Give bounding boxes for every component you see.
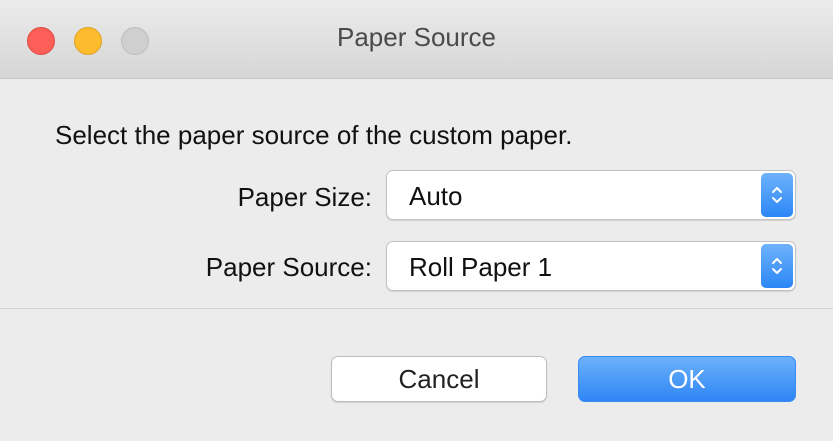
title-bar: Paper Source: [0, 0, 833, 79]
ok-button[interactable]: OK: [578, 356, 796, 402]
divider: [0, 308, 833, 309]
paper-size-value: Auto: [409, 181, 463, 211]
instruction-text: Select the paper source of the custom pa…: [55, 120, 573, 150]
paper-source-select[interactable]: Roll Paper 1: [386, 241, 796, 291]
window-title: Paper Source: [337, 22, 496, 52]
paper-source-label: Paper Source:: [205, 252, 372, 282]
paper-size-select[interactable]: Auto: [386, 170, 796, 220]
updown-chevron-icon: [761, 173, 793, 217]
updown-chevron-icon: [761, 244, 793, 288]
cancel-button[interactable]: Cancel: [331, 356, 547, 402]
paper-size-label: Paper Size:: [237, 182, 372, 212]
paper-source-dialog: Paper Source Select the paper source of …: [0, 0, 833, 441]
paper-source-value: Roll Paper 1: [409, 252, 553, 282]
